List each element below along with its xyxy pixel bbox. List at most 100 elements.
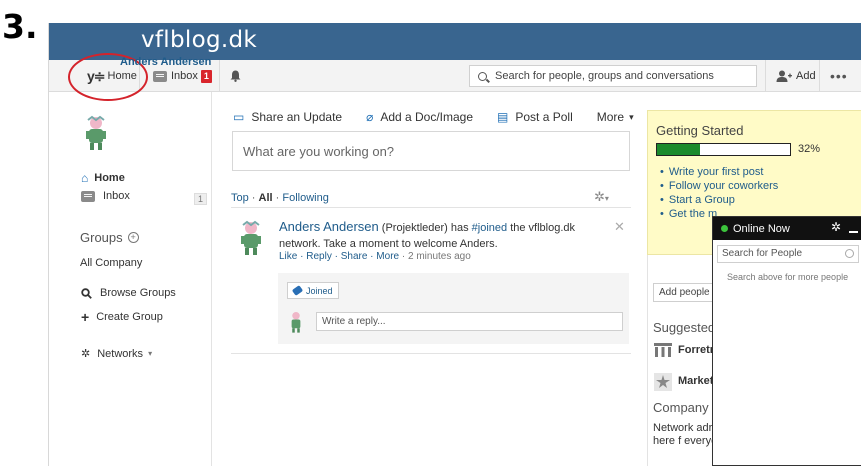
nav-inbox-label: Inbox [171, 70, 198, 82]
reply-input[interactable]: Write a reply... [316, 312, 623, 331]
sidebar-item-create-group[interactable]: + Create Group [81, 309, 163, 325]
tab-share-update[interactable]: ▭ Share an Update [233, 110, 342, 124]
tab-label: Add a Doc/Image [380, 110, 474, 124]
tab-more[interactable]: More ▾ [597, 110, 634, 124]
more-link[interactable]: More [376, 251, 399, 262]
post-role: (Projektleder) has [378, 222, 472, 234]
post-time: · 2 minutes ago [401, 251, 471, 262]
nav-divider [819, 60, 820, 92]
inbox-badge: 1 [200, 69, 212, 83]
nav-divider [219, 60, 220, 92]
list-item[interactable]: Start a Group [660, 193, 778, 207]
networks-icon: ✲ [81, 348, 91, 360]
notifications-button[interactable] [230, 60, 241, 92]
group-icon [654, 373, 672, 391]
close-icon[interactable]: ✕ [614, 219, 625, 235]
filter-all[interactable]: All [259, 192, 273, 204]
gear-icon[interactable]: ✲ [831, 220, 841, 234]
sidebar-item-browse-groups[interactable]: Browse Groups [81, 287, 176, 299]
minimize-icon[interactable] [849, 231, 858, 233]
speech-bubble-icon: ▭ [233, 110, 245, 124]
brand-bar: vflblog.dk [49, 23, 861, 60]
poll-icon: ▤ [497, 110, 509, 124]
gear-icon[interactable]: ✲▾ [594, 189, 609, 205]
online-now-title: Online Now [733, 222, 790, 235]
sidebar-item-home[interactable]: ⌂ Home [81, 171, 125, 185]
home-icon: ⌂ [81, 171, 89, 185]
post-author[interactable]: Anders Andersen [279, 219, 379, 234]
sidebar-item-label: Create Group [96, 311, 163, 323]
left-sidebar [49, 92, 212, 466]
sidebar-item-all-company[interactable]: All Company [80, 257, 142, 269]
filter-top[interactable]: Top [231, 192, 249, 204]
tab-post-poll[interactable]: ▤ Post a Poll [497, 110, 573, 124]
post-time-label: 2 minutes ago [407, 251, 471, 262]
chevron-down-icon: ▾ [148, 349, 153, 358]
list-item[interactable]: Follow your coworkers [660, 179, 778, 193]
people-search-placeholder: Search for People [722, 248, 803, 259]
chevron-down-icon: ▾ [629, 111, 634, 122]
suggested-group[interactable]: Forretr [678, 344, 714, 356]
network-title: vflblog.dk [141, 27, 257, 53]
profile-name[interactable]: Anders Andersen [120, 56, 211, 68]
app-frame: vflblog.dk y≑ Home Inbox 1 Search for pe… [48, 23, 861, 466]
add-user-icon [776, 70, 792, 82]
add-group-icon[interactable]: + [127, 232, 139, 243]
feed-filter: Top · All · Following [231, 192, 329, 204]
post-body: Anders Andersen (Projektleder) has #join… [279, 219, 619, 252]
add-label: Add [796, 70, 816, 82]
search-input[interactable]: Search for people, groups and conversati… [469, 65, 757, 87]
group-icon [654, 343, 672, 357]
people-search-input[interactable]: Search for People [717, 245, 859, 263]
like-link[interactable]: Like [279, 251, 297, 262]
post-actions: Like · Reply · Share · More · 2 minutes … [279, 251, 471, 262]
search-icon [478, 71, 487, 81]
company-heading: Company [653, 400, 709, 415]
online-status-icon [721, 225, 728, 232]
topic-tag[interactable]: Joined [287, 282, 339, 299]
groups-heading-label: Groups [80, 230, 123, 245]
reply-link[interactable]: Reply [306, 251, 332, 262]
suggested-heading: Suggested [653, 320, 716, 335]
sidebar-item-label: Browse Groups [100, 287, 176, 299]
filter-separator: · [272, 192, 283, 204]
nav-divider [765, 60, 766, 92]
filter-separator: · [248, 192, 259, 204]
filter-following[interactable]: Following [282, 192, 328, 204]
search-icon [845, 249, 854, 258]
sidebar-item-inbox[interactable]: Inbox [81, 190, 130, 202]
paperclip-icon: ⌀ [366, 110, 374, 124]
feed-divider [231, 353, 631, 354]
composer-input[interactable]: What are you working on? [232, 131, 630, 171]
sidebar-item-label: Networks [97, 347, 144, 360]
inbox-icon [81, 190, 95, 202]
feed-divider [231, 207, 631, 208]
avatar [291, 312, 301, 333]
avatar [241, 220, 261, 255]
step-number: 3. [2, 7, 38, 46]
sidebar-item-networks[interactable]: ✲ Networks ▾ [81, 347, 153, 361]
search-icon [81, 287, 92, 299]
tab-add-doc[interactable]: ⌀ Add a Doc/Image [366, 110, 473, 124]
share-link[interactable]: Share [341, 251, 368, 262]
composer-tabs: ▭ Share an Update ⌀ Add a Doc/Image ▤ Po… [233, 110, 658, 124]
online-now-panel: Online Now ✲ Search for People Search ab… [712, 216, 861, 466]
sidebar-item-label: Home [94, 172, 125, 184]
suggested-group[interactable]: Market [678, 375, 713, 387]
inbox-icon [153, 70, 167, 82]
plus-icon: + [81, 309, 90, 325]
tag-icon [291, 285, 304, 296]
bell-icon [230, 70, 241, 82]
list-item[interactable]: Write your first post [660, 165, 778, 179]
tab-label: Share an Update [251, 110, 343, 124]
progress-bar [656, 143, 791, 156]
inbox-count-badge: 1 [194, 193, 208, 205]
add-button[interactable]: Add [776, 60, 816, 92]
progress-fill [657, 144, 700, 155]
progress-percent: 32% [798, 143, 821, 155]
tag-label: Joined [306, 285, 333, 296]
groups-heading: Groups + [80, 230, 139, 245]
online-now-hint: Search above for more people [727, 272, 849, 282]
post-hashtag[interactable]: #joined [472, 222, 507, 234]
more-menu-button[interactable]: ••• [830, 60, 848, 92]
